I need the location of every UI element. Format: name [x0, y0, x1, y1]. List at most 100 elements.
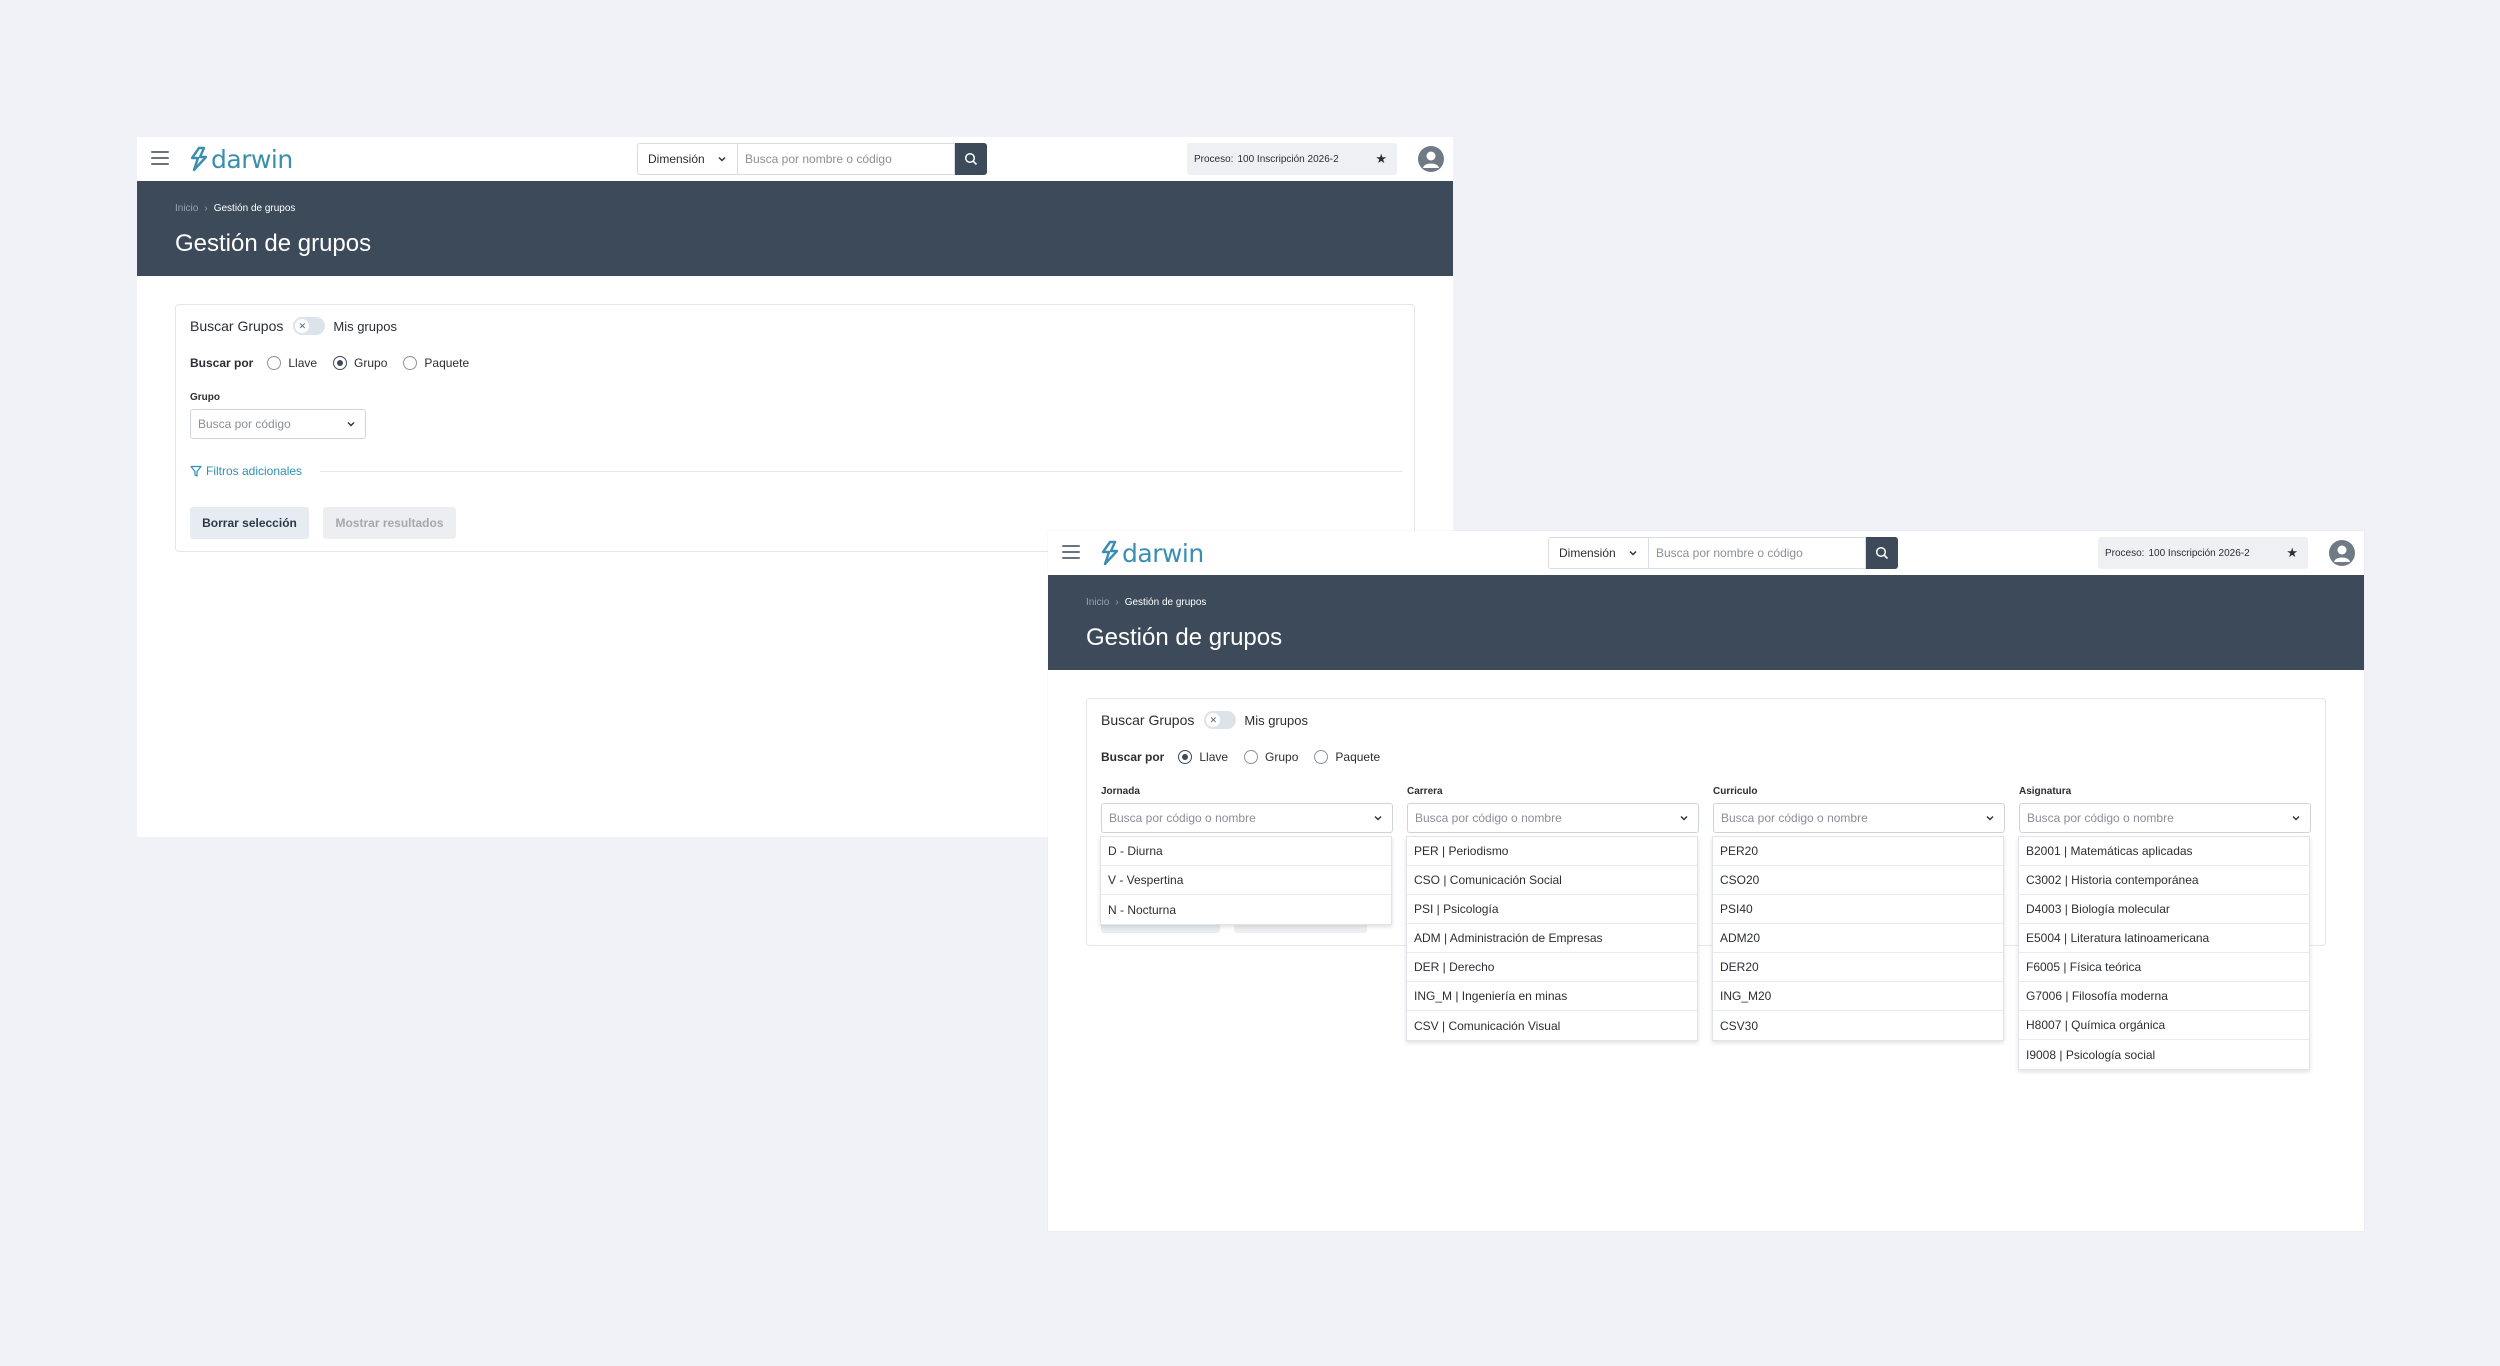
list-item[interactable]: PER20 — [1713, 837, 2003, 866]
radio-grupo[interactable]: Grupo — [333, 356, 387, 370]
close-icon: ✕ — [1206, 713, 1221, 727]
breadcrumb-current: Gestión de grupos — [213, 203, 296, 214]
list-item[interactable]: ADM | Administración de Empresas — [1407, 924, 1697, 953]
breadcrumb-home[interactable]: Inicio — [175, 203, 198, 214]
search-placeholder: Busca por nombre o código — [1656, 546, 1803, 560]
chevron-down-icon — [347, 422, 355, 427]
list-item[interactable]: CSO20 — [1713, 866, 2003, 895]
star-icon[interactable]: ★ — [2286, 545, 2298, 561]
list-item[interactable]: D4003 | Biología molecular — [2019, 895, 2309, 924]
list-item[interactable]: PSI | Psicología — [1407, 895, 1697, 924]
search-button[interactable] — [955, 143, 987, 175]
asignatura-field-label: Asignatura — [2019, 786, 2072, 797]
list-item[interactable]: B2001 | Matemáticas aplicadas — [2019, 837, 2309, 866]
curriculo-select[interactable]: Busca por código o nombre — [1713, 803, 2005, 833]
list-item[interactable]: F6005 | Física teórica — [2019, 953, 2309, 982]
group-field-label: Grupo — [190, 392, 220, 403]
process-chip[interactable]: Proceso: 100 Inscripción 2026-2 ★ — [1187, 143, 1397, 175]
hamburger-icon[interactable] — [1062, 545, 1080, 561]
card-header: Buscar Grupos ✕ Mis grupos — [1101, 711, 1308, 729]
carrera-select[interactable]: Busca por código o nombre — [1407, 803, 1699, 833]
page-title: Gestión de grupos — [1086, 624, 1283, 651]
dimension-label: Dimensión — [648, 152, 705, 166]
radio-grupo[interactable]: Grupo — [1244, 750, 1298, 764]
dimension-select[interactable]: Dimensión — [637, 143, 737, 175]
logo-mark-icon — [190, 146, 208, 172]
star-icon[interactable]: ★ — [1375, 151, 1387, 167]
radio-label: Grupo — [1265, 750, 1299, 764]
show-results-button[interactable]: Mostrar resultados — [323, 507, 456, 539]
screen-key-search: darwin Dimensión Busca por nombre o códi… — [1048, 531, 2364, 1231]
list-item[interactable]: V - Vespertina — [1101, 866, 1391, 895]
radio-paquete[interactable]: Paquete — [1314, 750, 1380, 764]
process-chip[interactable]: Proceso: 100 Inscripción 2026-2 ★ — [2098, 537, 2308, 569]
filters-link-label: Filtros adicionales — [206, 464, 303, 478]
breadcrumb-home[interactable]: Inicio — [1086, 597, 1109, 608]
curriculo-dropdown: PER20 CSO20 PSI40 ADM20 DER20 ING_M20 CS… — [1712, 836, 2004, 1041]
my-groups-toggle[interactable]: ✕ — [293, 317, 326, 335]
clear-selection-button[interactable]: Borrar selección — [190, 507, 309, 539]
list-item[interactable]: CSV | Comunicación Visual — [1407, 1011, 1697, 1040]
list-item[interactable]: C3002 | Historia contemporánea — [2019, 866, 2309, 895]
chevron-down-icon — [1680, 816, 1688, 821]
breadcrumb: Inicio › Gestión de grupos — [175, 203, 295, 214]
radio-label: Paquete — [1335, 750, 1381, 764]
card-title: Buscar Grupos — [1101, 712, 1195, 728]
list-item[interactable]: H8007 | Química orgánica — [2019, 1011, 2309, 1040]
logo[interactable]: darwin — [189, 145, 293, 174]
additional-filters-link[interactable]: Filtros adicionales — [190, 464, 302, 478]
asignatura-placeholder: Busca por código o nombre — [2027, 811, 2174, 825]
list-item[interactable]: CSV30 — [1713, 1011, 2003, 1040]
toggle-label: Mis grupos — [1244, 712, 1308, 728]
search-by-label: Buscar por — [1101, 750, 1165, 764]
process-label: Proceso: — [1194, 153, 1234, 165]
radio-paquete[interactable]: Paquete — [403, 356, 469, 370]
hamburger-icon[interactable] — [151, 151, 169, 167]
list-item[interactable]: I9008 | Psicología social — [2019, 1040, 2309, 1069]
list-item[interactable]: CSO | Comunicación Social — [1407, 866, 1697, 895]
list-item[interactable]: PER | Periodismo — [1407, 837, 1697, 866]
list-item[interactable]: ING_M20 — [1713, 982, 2003, 1011]
logo-mark-icon — [1101, 540, 1119, 566]
my-groups-toggle[interactable]: ✕ — [1204, 711, 1237, 729]
radio-llave[interactable]: Llave — [1178, 750, 1228, 764]
list-item[interactable]: ING_M | Ingeniería en minas — [1407, 982, 1697, 1011]
list-item[interactable]: DER | Derecho — [1407, 953, 1697, 982]
search-card: Buscar Grupos ✕ Mis grupos Buscar por Ll… — [175, 304, 1415, 552]
radio-llave[interactable]: Llave — [267, 356, 317, 370]
page-header: Inicio › Gestión de grupos Gestión de gr… — [137, 181, 1453, 276]
list-item[interactable]: ADM20 — [1713, 924, 2003, 953]
jornada-dropdown: D - Diurna V - Vespertina N - Nocturna — [1100, 836, 1392, 925]
user-avatar[interactable] — [1418, 146, 1444, 172]
dimension-select[interactable]: Dimensión — [1548, 537, 1648, 569]
radio-dot-selected — [1178, 750, 1193, 764]
carrera-dropdown: PER | Periodismo CSO | Comunicación Soci… — [1406, 836, 1698, 1041]
radio-dot — [403, 356, 418, 370]
chevron-down-icon — [1629, 551, 1637, 556]
top-bar: darwin Dimensión Busca por nombre o códi… — [1048, 531, 2364, 575]
search-by-label: Buscar por — [190, 356, 254, 370]
search-button[interactable] — [1866, 537, 1898, 569]
carrera-placeholder: Busca por código o nombre — [1415, 811, 1562, 825]
search-icon — [964, 152, 978, 166]
asignatura-select[interactable]: Busca por código o nombre — [2019, 803, 2311, 833]
list-item[interactable]: E5004 | Literatura latinoamericana — [2019, 924, 2309, 953]
list-item[interactable]: G7006 | Filosofía moderna — [2019, 982, 2309, 1011]
list-item[interactable]: PSI40 — [1713, 895, 2003, 924]
radio-dot — [1244, 750, 1259, 764]
user-avatar[interactable] — [2329, 540, 2355, 566]
global-search-input[interactable]: Busca por nombre o código — [1648, 537, 1866, 569]
divider — [320, 471, 1402, 472]
jornada-field-label: Jornada — [1101, 786, 1140, 797]
jornada-select[interactable]: Busca por código o nombre — [1101, 803, 1393, 833]
list-item[interactable]: DER20 — [1713, 953, 2003, 982]
logo[interactable]: darwin — [1100, 539, 1204, 568]
list-item[interactable]: N - Nocturna — [1101, 895, 1391, 924]
group-select[interactable]: Busca por código — [190, 409, 366, 439]
list-item[interactable]: D - Diurna — [1101, 837, 1391, 866]
global-search-input[interactable]: Busca por nombre o código — [737, 143, 955, 175]
filter-icon — [190, 465, 202, 477]
group-placeholder: Busca por código — [198, 417, 291, 431]
curriculo-placeholder: Busca por código o nombre — [1721, 811, 1868, 825]
chevron-down-icon — [1986, 816, 1994, 821]
